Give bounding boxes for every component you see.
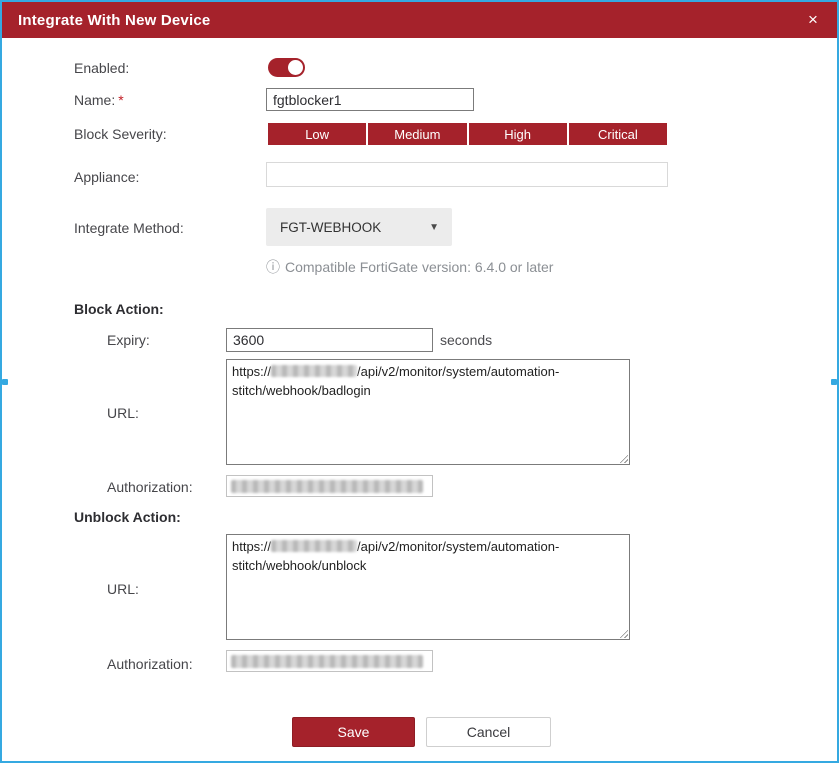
appliance-label: Appliance: [74, 169, 139, 185]
severity-medium-button[interactable]: Medium [368, 123, 466, 145]
resize-handle-right[interactable] [831, 379, 837, 385]
severity-critical-button[interactable]: Critical [569, 123, 667, 145]
unblock-authorization-label: Authorization: [107, 656, 193, 672]
close-icon[interactable]: × [801, 2, 825, 38]
integrate-method-value: FGT-WEBHOOK [280, 220, 381, 235]
block-url-prefix: https:// [232, 364, 271, 379]
integrate-device-dialog: Integrate With New Device × Enabled: Nam… [0, 0, 839, 763]
block-url-textarea[interactable]: https:///api/v2/monitor/system/automatio… [226, 359, 630, 465]
block-severity-label: Block Severity: [74, 126, 167, 142]
dialog-header: Integrate With New Device × [2, 2, 837, 38]
cancel-button[interactable]: Cancel [426, 717, 551, 747]
appliance-input[interactable] [266, 162, 668, 187]
dialog-title: Integrate With New Device [18, 12, 210, 29]
enabled-toggle[interactable] [268, 58, 305, 77]
redacted-host [271, 540, 357, 552]
save-button[interactable]: Save [292, 717, 415, 747]
integrate-method-label: Integrate Method: [74, 220, 184, 236]
unblock-url-label: URL: [107, 581, 139, 597]
severity-button-group: Low Medium High Critical [268, 123, 667, 145]
severity-high-button[interactable]: High [469, 123, 567, 145]
textarea-resize-grip[interactable] [618, 628, 628, 638]
block-action-header: Block Action: [74, 301, 164, 317]
enabled-label: Enabled: [74, 60, 129, 76]
chevron-down-icon: ▼ [429, 222, 439, 233]
redacted-authorization [231, 480, 423, 493]
block-authorization-input[interactable] [226, 475, 433, 497]
required-asterisk: * [118, 92, 123, 108]
name-input[interactable] [266, 88, 474, 111]
expiry-unit-label: seconds [440, 332, 492, 348]
block-authorization-label: Authorization: [107, 479, 193, 495]
block-url-label: URL: [107, 405, 139, 421]
unblock-url-textarea[interactable]: https:///api/v2/monitor/system/automatio… [226, 534, 630, 640]
unblock-url-prefix: https:// [232, 539, 271, 554]
integrate-method-dropdown[interactable]: FGT-WEBHOOK ▼ [266, 208, 452, 246]
name-label-text: Name: [74, 92, 115, 108]
unblock-authorization-input[interactable] [226, 650, 433, 672]
resize-handle-left[interactable] [2, 379, 8, 385]
name-label: Name:* [74, 92, 124, 108]
severity-low-button[interactable]: Low [268, 123, 366, 145]
redacted-authorization [231, 655, 423, 668]
info-icon: ⓘ [266, 259, 280, 275]
redacted-host [271, 365, 357, 377]
compatibility-note: ⓘ Compatible FortiGate version: 6.4.0 or … [266, 257, 553, 277]
expiry-label: Expiry: [107, 332, 150, 348]
textarea-resize-grip[interactable] [618, 453, 628, 463]
compatibility-note-text: Compatible FortiGate version: 6.4.0 or l… [285, 259, 553, 275]
unblock-action-header: Unblock Action: [74, 509, 181, 525]
expiry-input[interactable] [226, 328, 433, 352]
toggle-knob [288, 60, 303, 75]
